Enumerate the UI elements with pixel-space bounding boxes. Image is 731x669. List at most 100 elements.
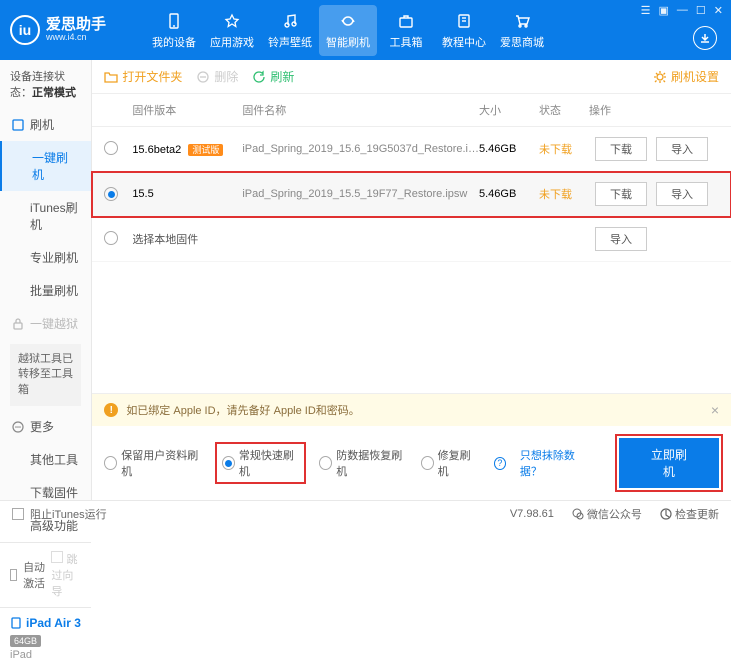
- refresh-icon: [252, 70, 266, 84]
- check-update-link[interactable]: 检查更新: [660, 506, 719, 522]
- apps-icon: [222, 11, 242, 31]
- local-firmware-row[interactable]: 选择本地固件 导入: [92, 217, 731, 262]
- gear-icon: [653, 70, 667, 84]
- sidebar-item-oneclick[interactable]: 一键刷机: [0, 141, 91, 191]
- window-controls: ☰ ▣ — ☐ ✕: [641, 4, 723, 17]
- fw-status: 未下载: [539, 141, 589, 157]
- skip-guide[interactable]: 跳过向导: [51, 551, 81, 599]
- cart-icon: [512, 11, 532, 31]
- download-button[interactable]: 下载: [595, 182, 647, 206]
- minimize-icon[interactable]: —: [677, 4, 688, 17]
- status-bar: 阻止iTunes运行 V7.98.61 微信公众号 检查更新: [0, 500, 731, 526]
- auto-activate-row[interactable]: 自动激活 跳过向导: [0, 542, 91, 607]
- sidebar-item-batch[interactable]: 批量刷机: [0, 274, 91, 307]
- fw-status: 未下载: [539, 186, 589, 202]
- sidebar-item-download-fw[interactable]: 下载固件: [0, 476, 91, 509]
- nav-apps[interactable]: 应用游戏: [203, 5, 261, 56]
- flash-settings-button[interactable]: 刷机设置: [653, 68, 719, 85]
- fw-size: 5.46GB: [479, 143, 539, 155]
- sidebar-item-pro[interactable]: 专业刷机: [0, 241, 91, 274]
- version-label: V7.98.61: [510, 508, 554, 520]
- jailbreak-moved-msg: 越狱工具已转移至工具箱: [10, 344, 81, 406]
- local-fw-label: 选择本地固件: [132, 231, 589, 247]
- update-icon: [660, 508, 672, 520]
- feedback-button[interactable]: [693, 26, 717, 50]
- import-button[interactable]: 导入: [656, 182, 708, 206]
- info-icon[interactable]: ?: [494, 457, 506, 470]
- radio-button[interactable]: [104, 141, 118, 155]
- app-name: 爱思助手: [46, 17, 106, 34]
- sidebar-item-itunes[interactable]: iTunes刷机: [0, 191, 91, 241]
- th-version: 固件版本: [132, 102, 242, 118]
- delete-button[interactable]: 删除: [196, 68, 238, 85]
- storage-badge: 64GB: [10, 635, 41, 647]
- checkbox-icon[interactable]: [12, 508, 24, 520]
- app-logo: iu 爱思助手 www.i4.cn: [10, 15, 145, 45]
- fw-name: iPad_Spring_2019_15.6_19G5037d_Restore.i…: [242, 143, 479, 155]
- fw-name: iPad_Spring_2019_15.5_19F77_Restore.ipsw: [242, 188, 479, 200]
- device-info[interactable]: iPad Air 3 64GB iPad: [0, 607, 91, 669]
- lock-icon: [12, 318, 24, 330]
- connection-status: 设备连接状态：正常模式: [0, 60, 91, 108]
- flash-options: 保留用户资料刷机 常规快速刷机 防数据恢复刷机 修复刷机 ? 只想抹除数据？ 立…: [92, 426, 731, 500]
- fw-version: 15.6beta2 测试版: [132, 143, 242, 156]
- radio-button[interactable]: [104, 231, 118, 245]
- nav-tutorial[interactable]: 教程中心: [435, 5, 493, 56]
- sidebar: 设备连接状态：正常模式 刷机 一键刷机 iTunes刷机 专业刷机 批量刷机 一…: [0, 60, 92, 500]
- folder-icon: [104, 70, 118, 84]
- book-icon: [454, 11, 474, 31]
- th-size: 大小: [479, 102, 539, 118]
- download-button[interactable]: 下载: [595, 137, 647, 161]
- import-button[interactable]: 导入: [595, 227, 647, 251]
- sidebar-group-flash[interactable]: 刷机: [0, 108, 91, 141]
- th-name: 固件名称: [242, 102, 479, 118]
- checkbox-icon[interactable]: [51, 551, 63, 563]
- radio-button[interactable]: [319, 456, 332, 470]
- logo-icon: iu: [10, 15, 40, 45]
- th-status: 状态: [539, 102, 589, 118]
- tablet-icon: [10, 617, 22, 629]
- menu-icon[interactable]: ☰: [641, 4, 651, 17]
- maximize-icon[interactable]: ☐: [696, 4, 706, 17]
- skin-icon[interactable]: ▣: [659, 4, 669, 17]
- radio-button[interactable]: [104, 187, 118, 201]
- close-warning-button[interactable]: ×: [711, 402, 719, 418]
- beta-badge: 测试版: [188, 144, 223, 156]
- erase-only-link[interactable]: 只想抹除数据？: [520, 447, 591, 479]
- wechat-link[interactable]: 微信公众号: [572, 506, 642, 522]
- toolbox-icon: [396, 11, 416, 31]
- main-panel: 打开文件夹 删除 刷新 刷机设置 固件版本 固件名称 大小 状态 操作: [92, 60, 731, 500]
- close-icon[interactable]: ✕: [714, 4, 723, 17]
- sidebar-group-jailbreak[interactable]: 一键越狱: [0, 307, 91, 340]
- fw-version: 15.5: [132, 188, 242, 200]
- fw-size: 5.46GB: [479, 188, 539, 200]
- square-icon: [12, 119, 24, 131]
- opt-normal-fast[interactable]: 常规快速刷机: [216, 443, 305, 483]
- import-button[interactable]: 导入: [656, 137, 708, 161]
- nav-my-device[interactable]: 我的设备: [145, 5, 203, 56]
- opt-anti-recovery[interactable]: 防数据恢复刷机: [319, 447, 406, 479]
- nav-toolbox[interactable]: 工具箱: [377, 5, 435, 56]
- firmware-row[interactable]: 15.6beta2 测试版 iPad_Spring_2019_15.6_19G5…: [92, 127, 731, 172]
- sidebar-group-more[interactable]: 更多: [0, 410, 91, 443]
- warning-banner: ! 如已绑定 Apple ID，请先备好 Apple ID和密码。 ×: [92, 394, 731, 426]
- open-folder-button[interactable]: 打开文件夹: [104, 68, 182, 85]
- app-url: www.i4.cn: [46, 33, 106, 43]
- nav-ringtone[interactable]: 铃声壁纸: [261, 5, 319, 56]
- radio-button[interactable]: [222, 456, 235, 470]
- firmware-row[interactable]: 15.5 iPad_Spring_2019_15.5_19F77_Restore…: [92, 172, 731, 217]
- radio-button[interactable]: [104, 456, 117, 470]
- nav-flash[interactable]: 智能刷机: [319, 5, 377, 56]
- sidebar-item-other[interactable]: 其他工具: [0, 443, 91, 476]
- checkbox-icon[interactable]: [10, 569, 17, 581]
- table-header: 固件版本 固件名称 大小 状态 操作: [92, 94, 731, 127]
- opt-keep-data[interactable]: 保留用户资料刷机: [104, 447, 202, 479]
- flash-now-button[interactable]: 立即刷机: [619, 438, 719, 488]
- th-ops: 操作: [589, 102, 719, 118]
- block-itunes-label[interactable]: 阻止iTunes运行: [30, 506, 107, 522]
- radio-button[interactable]: [421, 456, 434, 470]
- download-icon: [699, 32, 711, 44]
- refresh-button[interactable]: 刷新: [252, 68, 294, 85]
- nav-store[interactable]: 爱思商城: [493, 5, 551, 56]
- opt-repair[interactable]: 修复刷机: [421, 447, 478, 479]
